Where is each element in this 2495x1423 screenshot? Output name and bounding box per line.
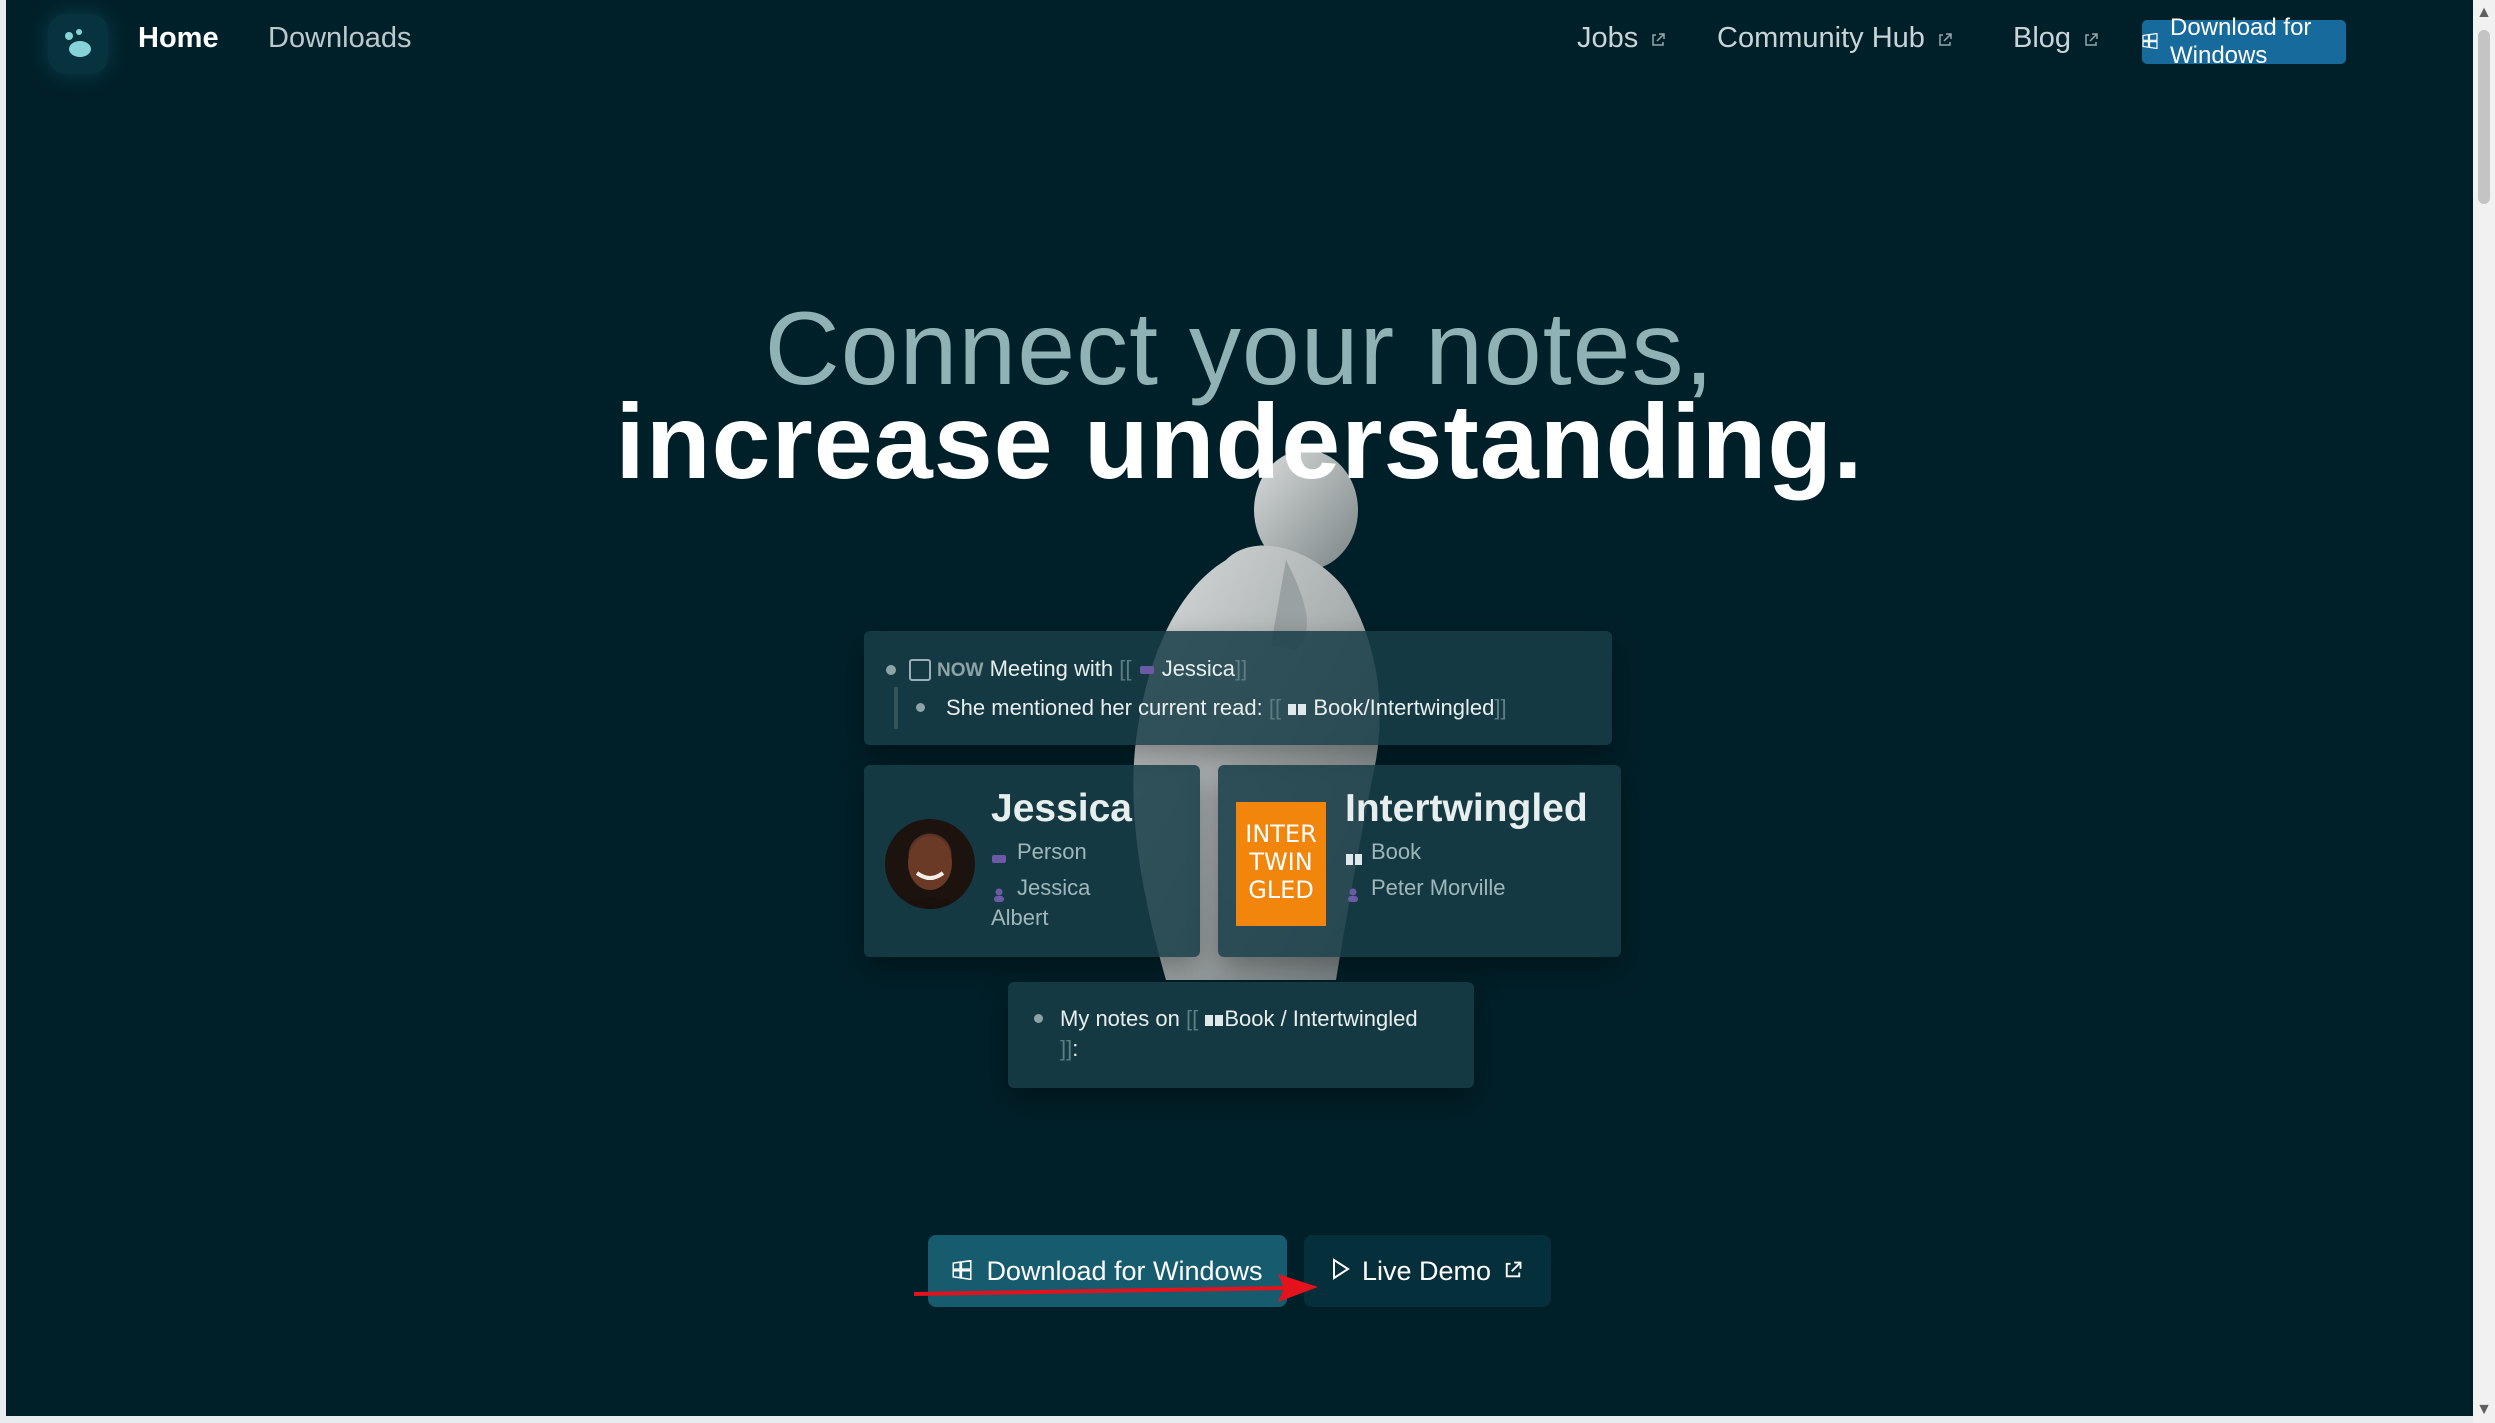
- external-link-icon: [2083, 23, 2099, 56]
- nav-blog[interactable]: Blog: [2013, 22, 2099, 56]
- child-block-rail: [894, 687, 898, 729]
- notes-row-1: My notes on [[ Book / Intertwingled: [1060, 1006, 1418, 1032]
- jessica-card-title: Jessica: [991, 787, 1132, 830]
- logseq-logo[interactable]: [48, 14, 108, 74]
- journal-block-card: NOW Meeting with [[ Jessica]] She mentio…: [864, 631, 1612, 745]
- hero-heading-line2: increase understanding.: [615, 383, 1864, 501]
- scroll-thumb[interactable]: [2478, 30, 2490, 204]
- notes-bullet[interactable]: [1034, 1014, 1043, 1023]
- jessica-type-value: Person: [1017, 839, 1087, 864]
- user-icon: [991, 882, 1007, 903]
- nav-community-hub-label: Community Hub: [1717, 22, 1925, 54]
- external-link-icon: [1937, 23, 1953, 56]
- notes-block-card: My notes on [[ Book / Intertwingled ]]:: [1008, 982, 1474, 1088]
- mentioned-text: She mentioned her current read:: [946, 695, 1263, 720]
- block-row-1: NOW Meeting with [[ Jessica]]: [937, 656, 1247, 682]
- nav-community-hub[interactable]: Community Hub: [1717, 22, 1953, 56]
- person-icon: [1138, 656, 1156, 681]
- scroll-down-arrow-icon[interactable]: ▼: [2473, 1399, 2495, 1421]
- link-bracket-open: [[: [1268, 695, 1282, 720]
- block-bullet[interactable]: [886, 665, 896, 675]
- page-scrollbar[interactable]: ▲ ▼: [2473, 0, 2495, 1423]
- header-download-label: Download for Windows: [2170, 14, 2312, 69]
- nav-jobs[interactable]: Jobs: [1577, 22, 1666, 56]
- notes-book-link[interactable]: Book / Intertwingled: [1224, 1006, 1417, 1031]
- jessica-name-property: Jessica: [991, 875, 1091, 903]
- nav-downloads[interactable]: Downloads: [268, 22, 411, 55]
- annotation-arrow-icon: [913, 1274, 1318, 1302]
- book-type-value: Book: [1371, 839, 1422, 864]
- link-bracket-open: [[: [1185, 1006, 1199, 1031]
- book-author-value: Peter Morville: [1371, 875, 1506, 900]
- scroll-up-arrow-icon[interactable]: ▲: [2473, 2, 2495, 24]
- jessica-person-card[interactable]: Jessica Person Jessica Albert: [864, 765, 1200, 957]
- book-icon: [1345, 846, 1362, 866]
- book-page-link[interactable]: Book/Intertwingled: [1313, 695, 1494, 720]
- page: Home Downloads Jobs Community Hub Blog D…: [6, 0, 2473, 1416]
- book-cover-text: INTER TWIN GLED: [1245, 820, 1317, 904]
- external-link-icon: [1503, 1256, 1523, 1287]
- user-icon: [1345, 882, 1361, 903]
- logo-icon: [65, 29, 91, 57]
- block-row-2: She mentioned her current read: [[ Book/…: [946, 695, 1507, 721]
- windows-icon: [2142, 28, 2158, 56]
- child-block-bullet[interactable]: [916, 703, 925, 712]
- todo-checkbox[interactable]: [909, 659, 931, 681]
- meeting-text: Meeting with: [989, 656, 1114, 681]
- nav-home[interactable]: Home: [138, 22, 219, 55]
- notes-row-2: ]]:: [1060, 1036, 1078, 1062]
- notes-prefix: My notes on: [1060, 1006, 1180, 1031]
- book-icon: [1204, 1006, 1224, 1031]
- live-demo-button[interactable]: Live Demo: [1304, 1235, 1551, 1307]
- header-download-windows-button[interactable]: Download for Windows: [2142, 14, 2346, 69]
- jessica-name-line1: Jessica: [1017, 875, 1091, 900]
- nav-jobs-label: Jobs: [1577, 22, 1639, 54]
- jessica-type-property: Person: [991, 839, 1087, 865]
- book-type-property: Book: [1345, 839, 1422, 866]
- jessica-name-line2: Albert: [991, 905, 1049, 930]
- person-icon: [991, 846, 1007, 864]
- link-bracket-open: [[: [1119, 656, 1132, 681]
- now-marker: NOW: [937, 660, 984, 681]
- live-demo-label: Live Demo: [1361, 1255, 1492, 1286]
- link-bracket-close: ]]: [1235, 656, 1248, 681]
- play-icon: [1332, 1256, 1350, 1287]
- intertwingled-book-card[interactable]: INTER TWIN GLED Intertwingled Book Peter…: [1218, 765, 1621, 957]
- link-bracket-close: ]]: [1494, 695, 1507, 720]
- jessica-page-link[interactable]: Jessica: [1162, 656, 1235, 681]
- book-card-title: Intertwingled: [1345, 787, 1588, 830]
- book-author-property: Peter Morville: [1345, 875, 1506, 903]
- book-cover-image: INTER TWIN GLED: [1236, 802, 1326, 926]
- external-link-icon: [1650, 23, 1666, 56]
- link-bracket-close: ]]: [1060, 1036, 1073, 1061]
- nav-blog-label: Blog: [2013, 22, 2072, 54]
- jessica-avatar: [885, 819, 975, 909]
- book-icon: [1287, 695, 1307, 720]
- notes-suffix: :: [1072, 1036, 1079, 1061]
